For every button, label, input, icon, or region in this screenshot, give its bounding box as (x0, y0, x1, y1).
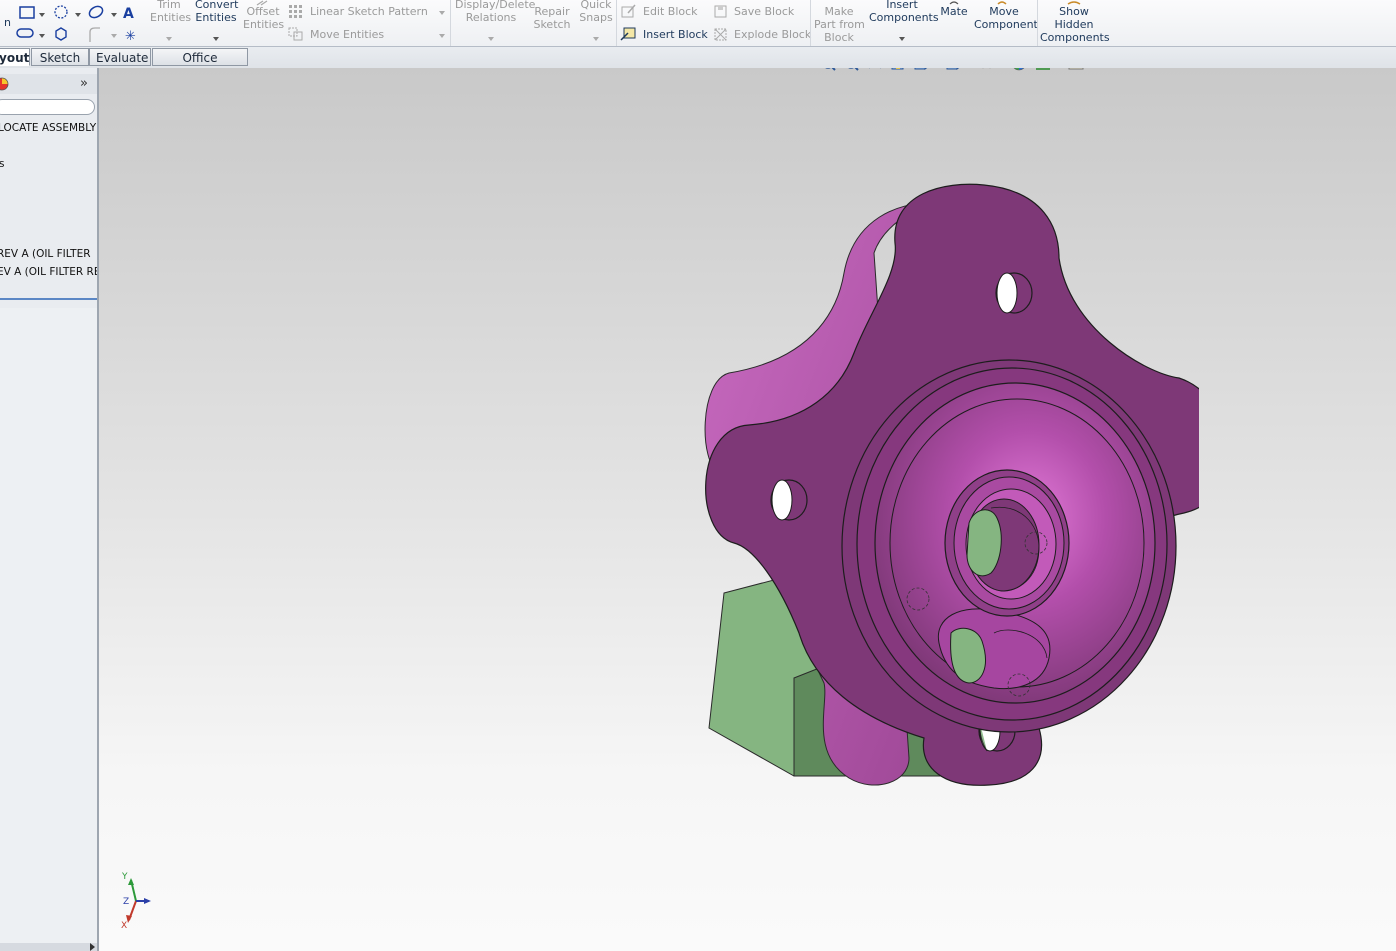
oil-filter-housing-model[interactable] (599, 163, 1199, 798)
move-entities-button[interactable]: Move Entities (310, 28, 384, 42)
triad-y-label: Y (121, 872, 128, 882)
trim-entities-label: Trim Entities (150, 0, 192, 24)
heads-up-view-toolbar (823, 68, 1094, 71)
quick-snaps-label: Quick Snaps (579, 0, 613, 24)
view-orientation-icon[interactable] (914, 68, 939, 70)
zoom-to-area-icon[interactable] (846, 68, 859, 71)
linear-pattern-dropdown-arrow[interactable] (439, 11, 445, 15)
tree-item-label: s (0, 158, 4, 170)
triad-x-label: X (121, 921, 127, 930)
reference-triad: Y Z X (121, 872, 151, 930)
triad-z-label: Z (123, 897, 129, 907)
tab-layout[interactable]: yout (0, 48, 30, 66)
svg-text:A: A (123, 6, 134, 22)
view-settings-icon[interactable] (1068, 68, 1094, 70)
linear-pattern-icon (289, 5, 302, 18)
tree-item-oil-filter-rev-a[interactable]: REV A (OIL FILTER (0, 248, 91, 260)
move-entities-icon (288, 27, 303, 41)
make-part-from-block-label: Make Part from Block (814, 5, 865, 44)
apply-scene-icon[interactable] (1036, 68, 1061, 70)
move-entities-label: Move Entities (310, 28, 385, 41)
tree-item-label: REV A (OIL FILTER (0, 248, 91, 260)
move-component-label: Move Component (974, 5, 1038, 31)
insert-block-label: Insert Block (643, 28, 708, 41)
convert-dropdown-arrow[interactable] (213, 37, 219, 41)
panel-horizontal-scrollbar[interactable] (0, 943, 97, 951)
appearance-tab-icon[interactable] (0, 76, 10, 92)
tree-filter-input[interactable] (0, 99, 95, 115)
trim-dropdown-arrow[interactable] (166, 37, 172, 41)
save-block-label: Save Block (734, 5, 795, 18)
offset-entities-button[interactable]: Offset Entities (243, 5, 285, 31)
edit-appearance-icon[interactable] (1012, 68, 1026, 71)
make-part-from-block-button[interactable]: Make Part from Block (814, 5, 865, 44)
ribbon-separator (616, 0, 617, 46)
tab-evaluate[interactable]: Evaluate (89, 48, 151, 66)
show-hidden-components-button[interactable]: Show Hidden Components (1040, 5, 1110, 44)
convert-entities-label: Convert Entities (195, 0, 239, 24)
insert-components-dropdown-arrow[interactable] (899, 37, 905, 41)
move-entities-dropdown-arrow[interactable] (439, 34, 445, 38)
display-delete-relations-label: Display/Delete Relations (455, 0, 536, 24)
linear-sketch-pattern-button[interactable]: Linear Sketch Pattern (310, 5, 428, 19)
display-delete-relations-button[interactable]: Display/Delete Relations (455, 0, 535, 24)
save-block-button[interactable]: Save Block (734, 5, 794, 19)
tab-sketch[interactable]: Sketch (31, 48, 89, 66)
tab-sketch-label: Sketch (39, 51, 81, 65)
graphics-viewport[interactable]: Y Z X (99, 68, 1396, 951)
tab-evaluate-label: Evaluate (96, 51, 149, 65)
insert-components-label: Insert Components (869, 0, 939, 24)
display-style-icon[interactable] (946, 68, 971, 70)
edit-block-icon (621, 4, 636, 18)
ribbon-separator (450, 0, 451, 46)
mate-button[interactable]: Mate (938, 5, 970, 18)
zoom-to-fit-icon[interactable] (823, 68, 836, 71)
ribbon-separator (810, 0, 811, 46)
tree-item-assembly[interactable]: LOCATE ASSEMBLY (0, 122, 96, 134)
tree-item[interactable]: s (0, 158, 4, 170)
insert-block-icon (620, 27, 636, 41)
insert-components-button[interactable]: Insert Components (869, 0, 939, 24)
tree-item-label: LOCATE ASSEMBLY (0, 122, 97, 134)
tree-item-label: EV A (OIL FILTER RE (0, 266, 99, 278)
show-hidden-components-label: Show Hidden Components (1040, 5, 1110, 44)
feature-manager-panel: » LOCATE ASSEMBLY s REV A (OIL FILTER EV… (0, 68, 99, 951)
insert-block-button[interactable]: Insert Block (643, 28, 708, 42)
offset-entities-label: Offset Entities (243, 5, 285, 31)
expand-panel-icon[interactable]: » (80, 76, 88, 91)
sketch-tools-icons[interactable]: n A ✳ (4, 4, 144, 44)
save-block-icon (714, 5, 727, 18)
tree-item-oil-filter-rev-a-2[interactable]: EV A (OIL FILTER RE (0, 266, 99, 278)
command-manager-ribbon: n A ✳ Trim Entities Convert Entities Off… (0, 0, 1396, 47)
command-manager-tabs: yout Sketch Evaluate Office Products (0, 47, 1396, 83)
edit-block-button[interactable]: Edit Block (643, 5, 698, 19)
quick-snaps-dropdown-arrow[interactable] (593, 37, 599, 41)
explode-block-label: Explode Block (734, 28, 812, 41)
panel-lower-area (0, 308, 97, 951)
panel-divider[interactable] (0, 298, 97, 300)
edit-block-label: Edit Block (643, 5, 698, 18)
move-component-button[interactable]: Move Component (974, 5, 1038, 31)
quick-snaps-button[interactable]: Quick Snaps (577, 0, 615, 24)
display-delete-dropdown-arrow[interactable] (488, 37, 494, 41)
tab-office-products[interactable]: Office Products (152, 48, 248, 83)
section-view-icon[interactable] (891, 68, 904, 70)
mate-label: Mate (940, 5, 968, 18)
tab-layout-label: yout (0, 51, 30, 65)
panel-tab-strip: » (0, 74, 97, 94)
svg-text:✳: ✳ (125, 29, 136, 44)
scroll-right-arrow-icon[interactable] (90, 943, 95, 951)
explode-block-icon (714, 28, 727, 41)
linear-sketch-pattern-label: Linear Sketch Pattern (310, 5, 428, 18)
convert-entities-button[interactable]: Convert Entities (195, 0, 239, 24)
svg-text:n: n (4, 16, 11, 29)
explode-block-button[interactable]: Explode Block (734, 28, 811, 42)
repair-sketch-label: Repair Sketch (533, 5, 571, 31)
repair-sketch-button[interactable]: Repair Sketch (532, 5, 572, 31)
trim-entities-button[interactable]: Trim Entities (150, 0, 192, 24)
ribbon-separator (1037, 0, 1038, 46)
